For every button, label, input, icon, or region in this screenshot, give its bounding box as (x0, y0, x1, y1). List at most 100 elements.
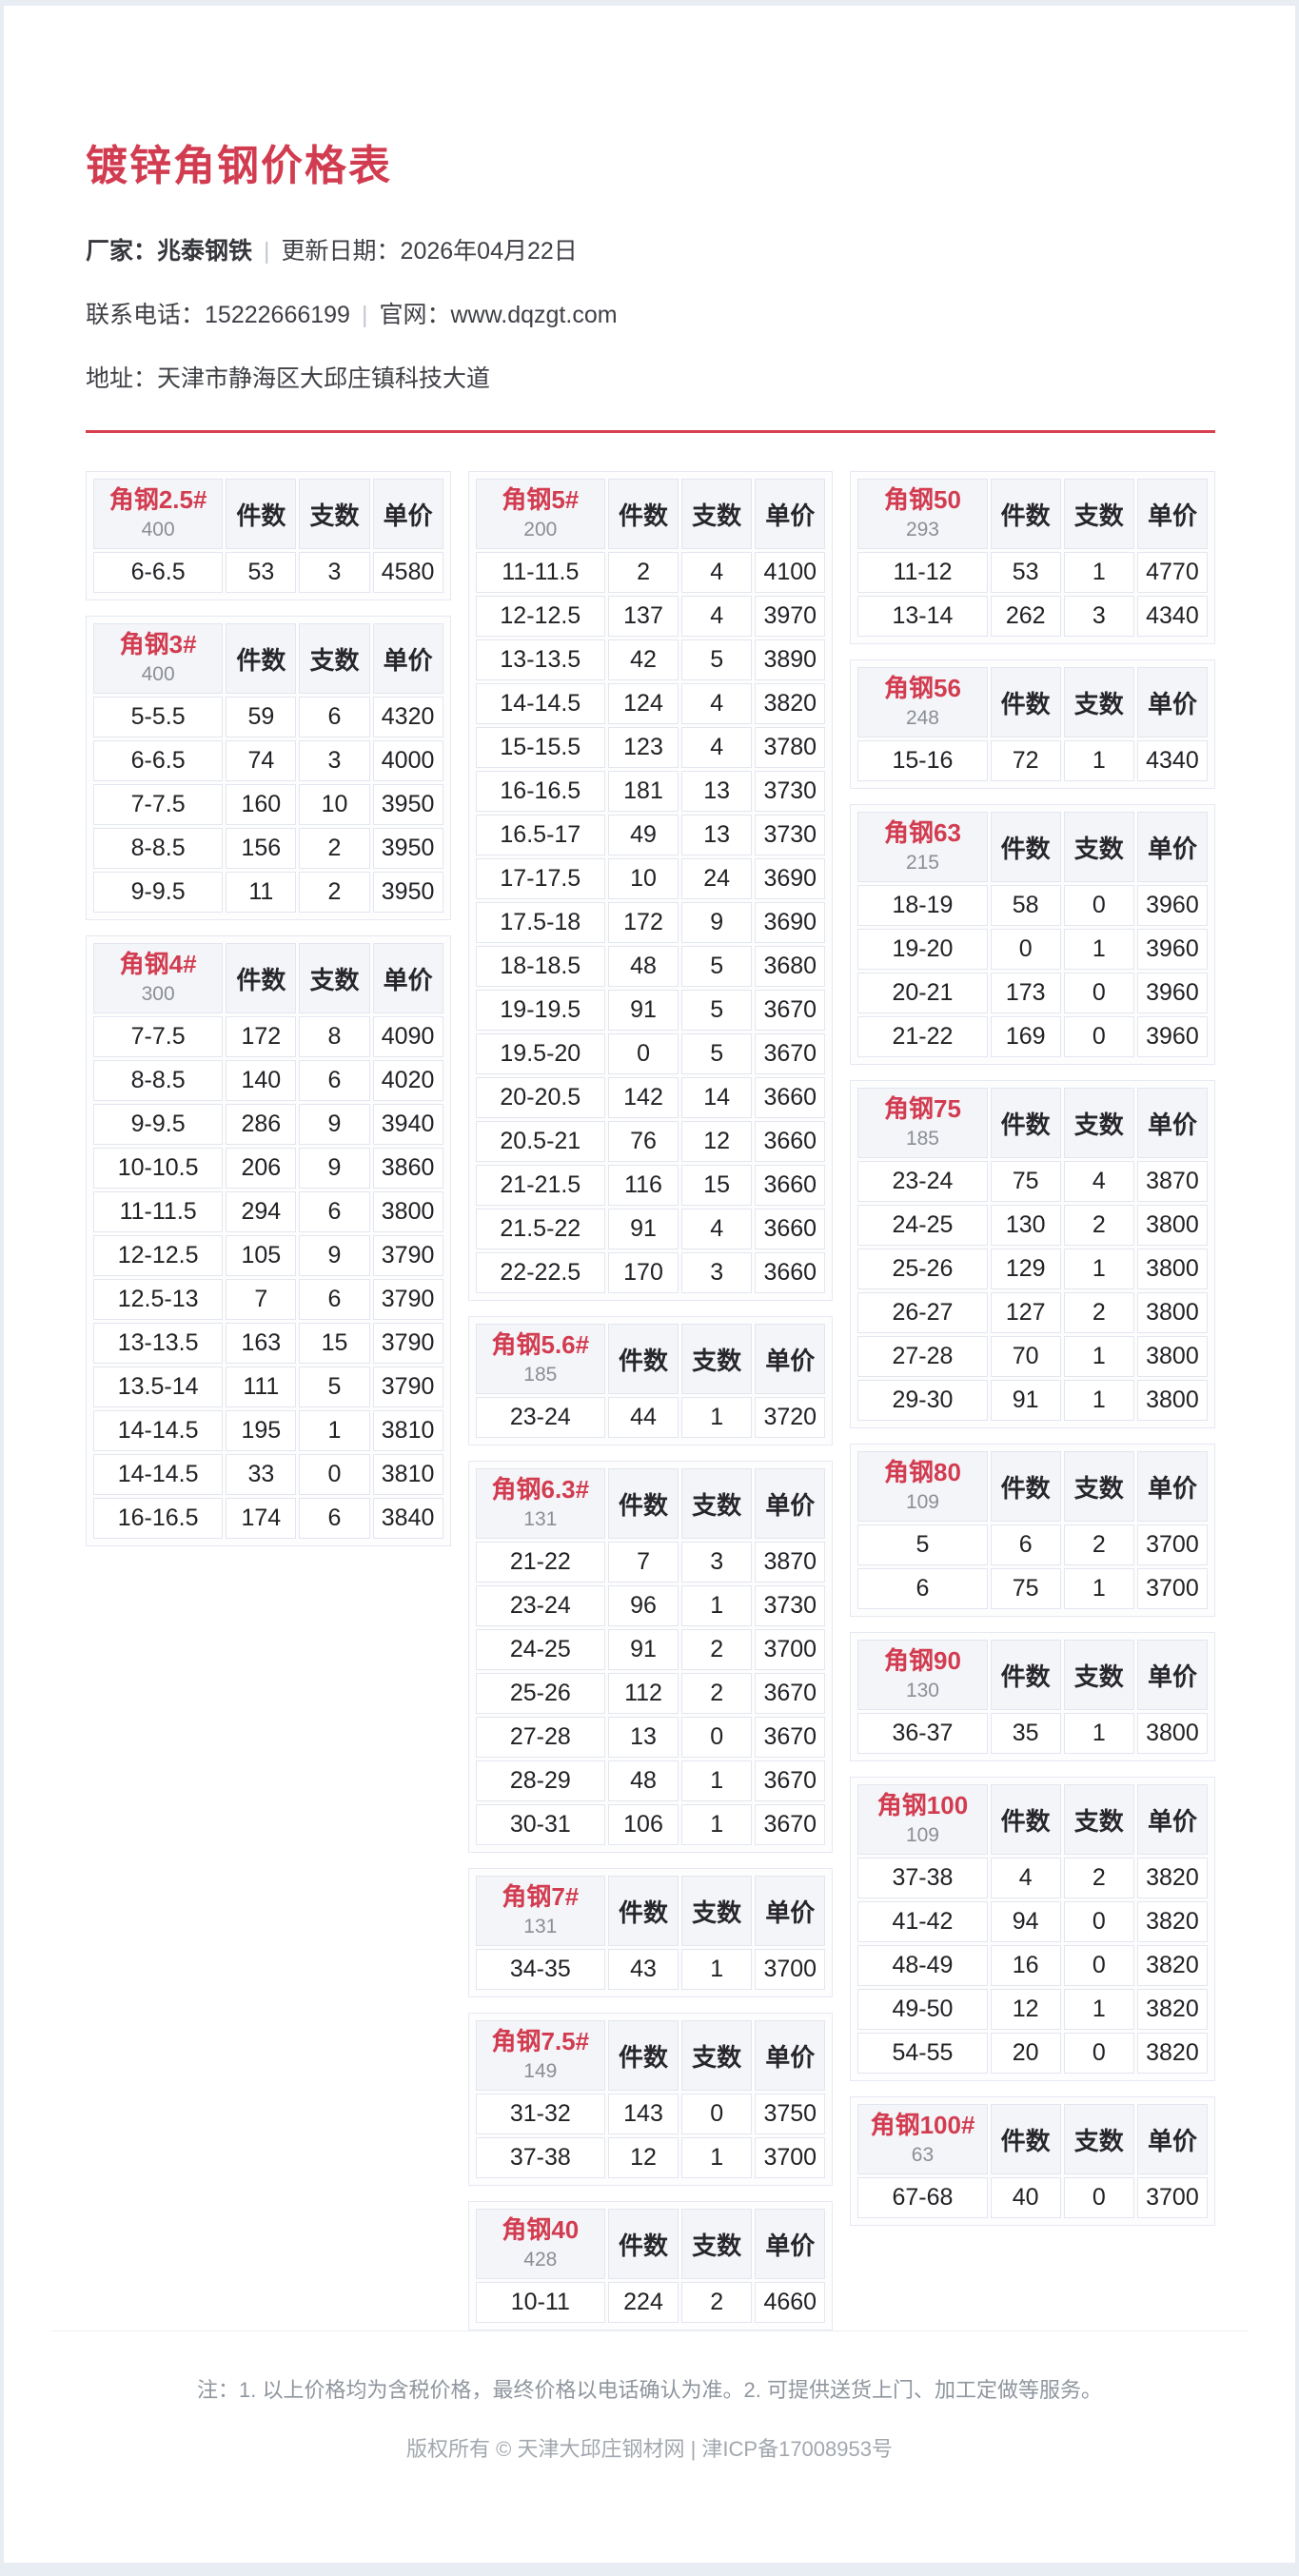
qty-cell: 172 (607, 902, 679, 943)
table-row: 5 6 2 3700 (857, 1524, 1209, 1565)
phone-label: 联系电话： (86, 302, 206, 328)
spec-cell: 49-50 (857, 1989, 988, 2030)
qty-cell: 70 (990, 1336, 1061, 1377)
qty-cell: 130 (990, 1205, 1061, 1246)
table-row: 11-11.5 294 6 3800 (93, 1191, 443, 1232)
spec-cell: 9-9.5 (93, 872, 224, 913)
col-header-count: 支数 (1063, 1451, 1134, 1522)
spec-cell: 11-11.5 (475, 552, 605, 593)
spec-cell: 21-22 (857, 1016, 988, 1057)
count-cell: 0 (1063, 885, 1134, 926)
spec-cell: 67-68 (857, 2177, 988, 2218)
table-row: 15-16 72 1 4340 (857, 740, 1209, 781)
price-cell: 3820 (1136, 1901, 1209, 1942)
spec-cell: 16-16.5 (93, 1498, 224, 1539)
col-header-qty: 件数 (607, 1468, 679, 1539)
price-table: 角钢90 130 件数 支数 单价 36-37 35 1 3800 (850, 1632, 1216, 1761)
price-cell: 3960 (1136, 973, 1209, 1013)
qty-cell: 91 (607, 990, 679, 1031)
price-table: 角钢80 109 件数 支数 单价 5 6 2 3700 6 75 1 3700 (850, 1444, 1216, 1617)
meta-line-address: 地址：天津市静海区大邱庄镇科技大道 (86, 360, 1215, 394)
spec-cell: 27-28 (475, 1717, 605, 1758)
spec-cell: 24-25 (475, 1629, 605, 1670)
qty-cell: 111 (226, 1367, 297, 1407)
table-row: 12.5-13 7 6 3790 (93, 1279, 443, 1320)
table-row: 13-13.5 163 15 3790 (93, 1323, 443, 1364)
count-cell: 9 (299, 1148, 370, 1189)
count-cell: 9 (681, 902, 753, 943)
table-row: 18-19 58 0 3960 (857, 885, 1209, 926)
price-cell: 3690 (755, 858, 826, 899)
price-cell: 3790 (372, 1279, 443, 1320)
count-cell: 6 (299, 697, 370, 737)
table-row: 14-14.5 124 4 3820 (475, 683, 826, 724)
table-name-cell: 角钢7.5# 149 (475, 2020, 605, 2091)
table-stock: 200 (523, 518, 558, 541)
count-cell: 4 (1063, 1161, 1134, 1202)
qty-cell: 286 (226, 1104, 297, 1145)
table-row: 11-11.5 2 4 4100 (475, 552, 826, 593)
table-row: 34-35 43 1 3700 (475, 1949, 826, 1990)
col-header-price: 单价 (1136, 1451, 1209, 1522)
col-header-qty: 件数 (607, 2020, 679, 2091)
col-header-count: 支数 (681, 2020, 753, 2091)
table-row: 37-38 12 1 3700 (475, 2137, 826, 2178)
price-cell: 3820 (1136, 1858, 1209, 1898)
price-cell: 3660 (755, 1209, 826, 1249)
count-cell: 2 (1063, 1524, 1134, 1565)
table-stock: 400 (141, 662, 175, 685)
qty-cell: 74 (226, 740, 297, 781)
col-header-qty: 件数 (990, 479, 1061, 549)
qty-cell: 59 (226, 697, 297, 737)
count-cell: 0 (1063, 2033, 1134, 2074)
price-cell: 3960 (1136, 929, 1209, 970)
table-row: 23-24 96 1 3730 (475, 1585, 826, 1626)
price-cell: 3800 (1136, 1249, 1209, 1289)
price-table: 角钢50 293 件数 支数 单价 11-12 53 1 4770 13-14 … (850, 471, 1216, 644)
col-header-price: 单价 (755, 479, 826, 549)
table-column: 角钢2.5# 400 件数 支数 单价 6-6.5 53 3 4580 角钢3# (86, 471, 451, 1546)
table-name-cell: 角钢80 109 (857, 1451, 988, 1522)
spec-cell: 23-24 (857, 1161, 988, 1202)
qty-cell: 143 (607, 2094, 679, 2134)
table-row: 14-14.5 195 1 3810 (93, 1410, 443, 1451)
price-cell: 3960 (1136, 1016, 1209, 1057)
table-row: 16-16.5 181 13 3730 (475, 771, 826, 812)
qty-cell: 170 (607, 1252, 679, 1293)
col-header-qty: 件数 (607, 1324, 679, 1394)
count-cell: 1 (1063, 1380, 1134, 1421)
spec-cell: 37-38 (475, 2137, 605, 2178)
table-stock: 63 (911, 2143, 935, 2166)
website-label: 官网： (379, 302, 451, 328)
col-header-count: 支数 (681, 2209, 753, 2279)
table-header-row: 角钢7.5# 149 件数 支数 单价 (475, 2020, 826, 2091)
qty-cell: 72 (990, 740, 1061, 781)
table-title: 角钢2.5# (108, 485, 207, 515)
count-cell: 6 (299, 1279, 370, 1320)
address-value: 天津市静海区大邱庄镇科技大道 (157, 365, 491, 392)
table-header-row: 角钢5# 200 件数 支数 单价 (475, 479, 826, 549)
qty-cell: 49 (607, 815, 679, 855)
table-name-cell: 角钢3# 400 (93, 623, 224, 694)
price-table: 角钢5# 200 件数 支数 单价 11-11.5 2 4 4100 12-12… (467, 471, 834, 1301)
table-row: 11-12 53 1 4770 (857, 552, 1209, 593)
table-row: 37-38 4 2 3820 (857, 1858, 1209, 1898)
table-stock: 300 (141, 982, 175, 1005)
price-cell: 3870 (1136, 1161, 1209, 1202)
price-cell: 3660 (755, 1077, 826, 1118)
table-header-row: 角钢90 130 件数 支数 单价 (857, 1640, 1209, 1710)
col-header-price: 单价 (755, 2209, 826, 2279)
table-column: 角钢5# 200 件数 支数 单价 11-11.5 2 4 4100 12-12… (467, 471, 834, 2330)
qty-cell: 91 (607, 1629, 679, 1670)
qty-cell: 137 (607, 596, 679, 637)
count-cell: 1 (1063, 1336, 1134, 1377)
table-stock: 248 (905, 706, 939, 729)
spec-cell: 13-13.5 (93, 1323, 224, 1364)
table-stock: 131 (523, 1915, 558, 1937)
price-cell: 4090 (372, 1016, 443, 1057)
count-cell: 0 (1063, 1901, 1134, 1942)
price-cell: 3940 (372, 1104, 443, 1145)
price-cell: 3670 (755, 1760, 826, 1801)
price-cell: 3660 (755, 1121, 826, 1162)
count-cell: 5 (681, 639, 753, 680)
